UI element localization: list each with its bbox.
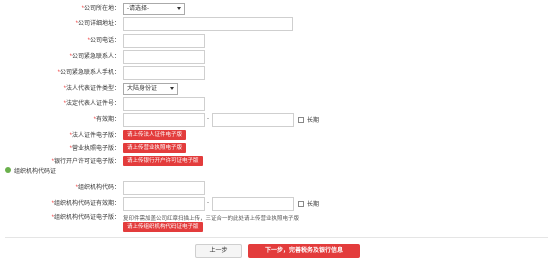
org-validity-end-input[interactable] <box>212 197 294 211</box>
bank-permit-label: *银行开户许可证电子版： <box>51 159 120 165</box>
validity-start-input[interactable] <box>123 113 205 127</box>
bank-permit-row: *银行开户许可证电子版： 请上传银行开户许可证电子版 <box>0 155 553 171</box>
id-type-row: *法人代表证件类型： 大陆身份证 <box>0 82 553 98</box>
company-phone-input[interactable] <box>123 34 205 48</box>
upload-bank-permit-button[interactable]: 请上传银行开户许可证电子版 <box>123 156 203 166</box>
org-code-row: *组织机构代码： <box>0 181 553 197</box>
bullet-icon <box>5 167 11 174</box>
emergency-mobile-label: *公司紧急联系人手机： <box>57 70 120 76</box>
validity-separator: - <box>207 116 209 122</box>
validity-label: *有效期： <box>93 117 120 123</box>
footer-divider <box>5 237 548 238</box>
validity-long-term-checkbox[interactable] <box>298 117 304 123</box>
company-address-row: *公司详细地址： <box>0 17 553 33</box>
validity-row: *有效期： - 长期 <box>0 113 553 129</box>
upload-license-button[interactable]: 请上传营业执照电子版 <box>123 143 187 153</box>
company-location-select[interactable]: -请选择- <box>123 3 185 15</box>
company-phone-label: *公司电话： <box>87 38 120 44</box>
id-image-label: *法人证件电子版： <box>69 133 120 139</box>
upload-id-button[interactable]: 请上传法人证件电子版 <box>123 130 187 140</box>
company-phone-row: *公司电话： <box>0 34 553 50</box>
org-validity-long-term-checkbox[interactable] <box>298 201 304 207</box>
validity-long-term-label: 长期 <box>307 118 320 124</box>
company-location-value: -请选择- <box>127 6 149 12</box>
company-location-label: *公司所在地： <box>81 6 120 12</box>
id-type-label: *法人代表证件类型： <box>63 86 120 92</box>
org-validity-separator: - <box>207 200 209 206</box>
org-code-label: *组织机构代码： <box>75 185 120 191</box>
next-step-button[interactable]: 下一步，完善税务及银行信息 <box>248 244 360 258</box>
org-image-note: 复印件需加盖公司红章扫描上传，三证合一的此处请上传营业执照电子版 <box>123 216 300 222</box>
company-address-label: *公司详细地址： <box>75 21 120 27</box>
emergency-contact-label: *公司紧急联系人： <box>69 54 120 60</box>
emergency-mobile-input[interactable] <box>123 66 205 80</box>
org-validity-long-term-label: 长期 <box>307 202 320 208</box>
company-location-row: *公司所在地： -请选择- <box>0 2 553 18</box>
org-image-row: *组织机构代码证电子版： 复印件需加盖公司红章扫描上传，三证合一的此处请上传营业… <box>0 211 553 233</box>
org-validity-start-input[interactable] <box>123 197 205 211</box>
chevron-down-icon <box>177 7 181 10</box>
upload-org-code-button[interactable]: 请上传组织机构代码证电子版 <box>123 222 203 232</box>
prev-step-button[interactable]: 上一步 <box>195 244 242 258</box>
org-code-input[interactable] <box>123 181 205 195</box>
id-type-value: 大陆身份证 <box>127 86 158 92</box>
id-number-input[interactable] <box>123 97 205 111</box>
emergency-contact-input[interactable] <box>123 50 205 64</box>
org-section-title: 组织机构代码证 <box>5 167 56 177</box>
company-address-input[interactable] <box>123 17 293 31</box>
license-image-label: *营业执照电子版： <box>69 146 120 152</box>
emergency-contact-row: *公司紧急联系人： <box>0 50 553 66</box>
id-number-label: *法定代表人证件号： <box>63 101 120 107</box>
chevron-down-icon <box>170 87 174 90</box>
org-validity-label: *组织机构代码证有效期： <box>51 201 120 207</box>
id-number-row: *法定代表人证件号： <box>0 97 553 113</box>
id-type-select[interactable]: 大陆身份证 <box>123 83 178 95</box>
emergency-mobile-row: *公司紧急联系人手机： <box>0 66 553 82</box>
org-image-label: *组织机构代码证电子版： <box>51 215 120 221</box>
validity-end-input[interactable] <box>212 113 294 127</box>
